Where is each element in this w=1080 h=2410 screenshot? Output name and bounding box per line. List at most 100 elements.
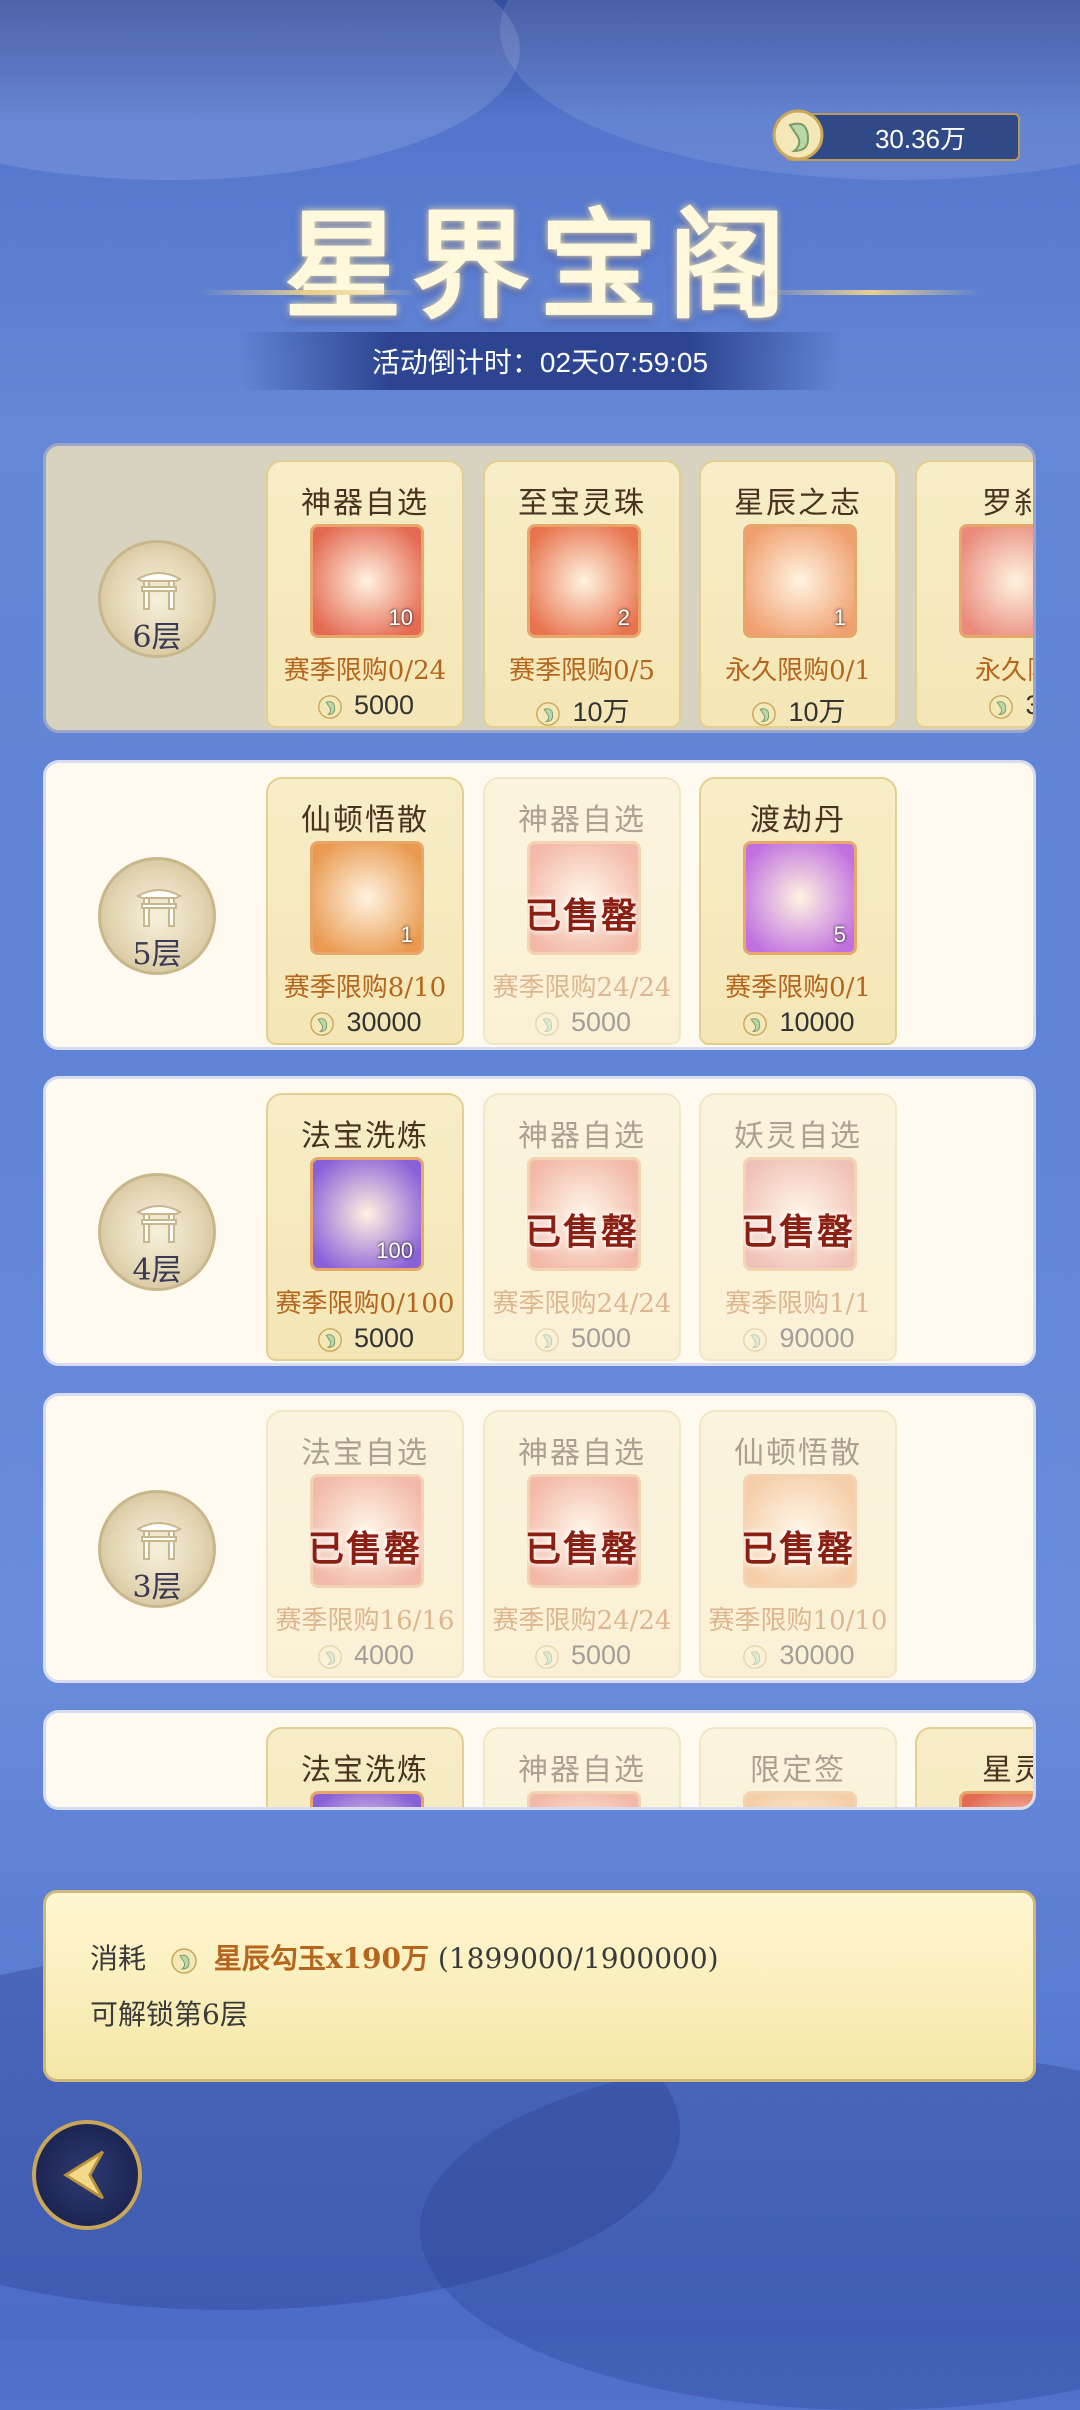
item-name: 神器自选 [518, 1753, 646, 1788]
jade-currency-icon [752, 701, 777, 726]
unlock-text: 可解锁第6层 [90, 1998, 248, 2031]
arrow-left-icon [63, 2150, 104, 2200]
price-value: 3 [1025, 690, 1033, 720]
item-name: 星辰之志 [734, 486, 862, 521]
item-name: 神器自选 [301, 486, 429, 521]
gate-icon [135, 889, 183, 927]
purchase-limit: 赛季限购8/10 [283, 973, 447, 1003]
tier-label: 6层 [132, 620, 182, 655]
item-icon: 2 [527, 524, 641, 638]
jade-currency-icon [743, 1644, 768, 1669]
currency-value: 30.36万 [874, 123, 967, 154]
shop-item-card[interactable]: 仙顿悟散 1 赛季限购8/10 30000 [266, 777, 464, 1045]
sold-out-stamp: 已售罄 [524, 1211, 639, 1253]
shop-item-card[interactable]: 至宝灵珠 2 赛季限购0/5 10万 [483, 460, 681, 728]
title-ornament-left [200, 290, 420, 295]
item-price: 10万 [485, 690, 679, 729]
item-icon [743, 1791, 857, 1807]
tier-panel: 3层 法宝自选 赛季限购16/16 4000 已售罄 神器自选 赛季限购24/24 5000 已… [43, 1393, 1036, 1683]
item-quantity: 10 [388, 605, 413, 630]
cost-prefix: 消耗 [90, 1942, 147, 1975]
shop-item-card[interactable]: 罗刹永久限 3 [915, 460, 1033, 728]
item-quantity: 1 [833, 605, 846, 630]
jade-currency-icon [318, 1327, 342, 1352]
jade-currency-icon [171, 1947, 197, 1974]
item-name: 法宝洗炼 [301, 1753, 429, 1788]
item-quantity: 2 [617, 605, 630, 630]
purchase-limit: 赛季限购24/24 [492, 973, 672, 1003]
sold-out-stamp: 已售罄 [740, 1211, 855, 1253]
price-value: 30000 [346, 1007, 422, 1037]
sold-out-stamp: 已售罄 [524, 895, 639, 937]
sold-out-stamp: 已售罄 [307, 1528, 422, 1570]
tier-panel: 4层 法宝洗炼 100 赛季限购0/100 5000 神器自选 赛季限购24/24 5000 已… [43, 1076, 1036, 1366]
price-value: 5000 [570, 1640, 632, 1670]
item-icon: 5 [743, 841, 857, 955]
shop-item-card[interactable]: 神器自选 10 赛季限购0/24 5000 [266, 460, 464, 728]
gate-icon [135, 1205, 183, 1243]
page-title: 星界宝阁 [283, 196, 796, 335]
price-value: 90000 [779, 1323, 855, 1353]
item-price: 30000 [701, 1640, 895, 1671]
unlock-cost-panel: 消耗 星辰勾玉x190万 (1899000/1900000) 可解锁第6层 [43, 1890, 1036, 2082]
cost-item: 星辰勾玉x190万 [213, 1942, 429, 1975]
jade-currency-icon [535, 1011, 559, 1036]
price-value: 4000 [353, 1640, 415, 1670]
purchase-limit: 赛季限购16/16 [275, 1606, 455, 1636]
item-icon: 1 [743, 524, 857, 638]
purchase-limit: 赛季限购0/24 [283, 656, 447, 686]
item-name: 限定签 [750, 1753, 846, 1788]
countdown-timer: 活动倒计时：02天07:59:05 [240, 332, 840, 390]
jade-currency-icon [743, 1011, 768, 1036]
item-icon [310, 1791, 424, 1807]
item-icon [959, 1791, 1033, 1807]
price-value: 5000 [353, 690, 415, 720]
shop-item-card[interactable]: 渡劫丹 5 赛季限购0/1 10000 [699, 777, 897, 1045]
gate-icon [135, 1522, 183, 1560]
jade-currency-icon [989, 694, 1014, 719]
item-name: 神器自选 [518, 803, 646, 838]
item-price: 10万 [701, 690, 895, 729]
purchase-limit: 赛季限购24/24 [492, 1606, 672, 1636]
shop-item-card[interactable]: 法宝洗炼 100 赛季限购0/100 5000 [266, 1093, 464, 1361]
purchase-limit: 赛季限购10/10 [708, 1606, 888, 1636]
jade-currency-icon [743, 1327, 768, 1352]
top-banner [0, 0, 1080, 120]
shop-item-card[interactable]: 星辰之志 1 永久限购0/1 10万 [699, 460, 897, 728]
tier-panel: 5层 仙顿悟散 1 赛季限购8/10 30000 神器自选 赛季限购24/24 5000 已售罄… [43, 760, 1036, 1050]
jade-currency-icon [318, 694, 342, 719]
tier-panel: 6层 神器自选 10 赛季限购0/24 5000 至宝灵珠 2 赛季限购0/5 10万 星辰之志 1… [43, 443, 1036, 733]
item-name: 神器自选 [518, 1119, 646, 1154]
jade-currency-icon [536, 701, 561, 726]
jade-currency-icon [535, 1644, 559, 1669]
shop-item-card[interactable]: 神器自选 [483, 1727, 681, 1807]
shop-item-card[interactable]: 限定签 [699, 1727, 897, 1807]
item-price: 5000 [268, 690, 462, 721]
item-price: 5000 [485, 1640, 679, 1671]
item-name: 神器自选 [518, 1436, 646, 1471]
item-name: 渡劫丹 [750, 803, 846, 838]
gate-icon [135, 572, 183, 610]
back-button[interactable] [32, 2120, 142, 2230]
item-name: 法宝自选 [301, 1436, 429, 1471]
price-value: 10万 [572, 697, 630, 727]
price-value: 5000 [570, 1323, 632, 1353]
item-icon: 100 [310, 1157, 424, 1271]
price-value: 10万 [788, 697, 846, 727]
purchase-limit: 永久限 [974, 656, 1033, 686]
jade-currency-icon [310, 1011, 335, 1036]
purchase-limit: 永久限购0/1 [725, 656, 871, 686]
cost-line: 消耗 星辰勾玉x190万 (1899000/1900000) [90, 1937, 719, 1977]
item-icon [959, 524, 1033, 638]
item-icon: 1 [310, 841, 424, 955]
item-name: 罗刹 [982, 486, 1033, 521]
jade-currency-icon [318, 1644, 342, 1669]
item-icon [527, 1791, 641, 1807]
item-price: 5000 [485, 1323, 679, 1354]
purchase-limit: 赛季限购0/1 [725, 973, 871, 1003]
purchase-limit: 赛季限购1/1 [725, 1289, 871, 1319]
item-price: 5000 [485, 1007, 679, 1038]
shop-item-card[interactable]: 星灵 [915, 1727, 1033, 1807]
shop-item-card[interactable]: 法宝洗炼 [266, 1727, 464, 1807]
item-quantity: 5 [833, 922, 846, 947]
